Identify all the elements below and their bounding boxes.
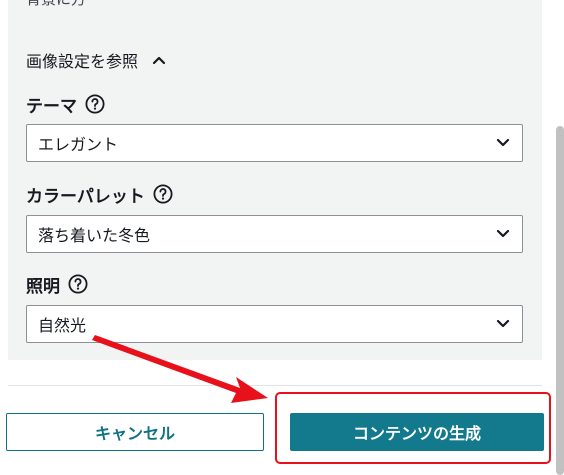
cancel-button[interactable]: キャンセル — [6, 413, 264, 451]
theme-label: テーマ — [26, 96, 77, 117]
lighting-select[interactable]: 自然光 — [26, 305, 523, 343]
clipped-description-text: 背景に方 — [26, 0, 86, 9]
theme-select[interactable]: エレガント — [26, 124, 523, 162]
footer-divider — [8, 385, 542, 386]
chevron-down-icon — [496, 319, 510, 328]
color-palette-label: カラーパレット — [26, 186, 145, 207]
chevron-down-icon — [496, 229, 510, 238]
theme-label-row: テーマ — [26, 91, 105, 117]
chevron-down-icon — [496, 138, 510, 147]
help-circle-icon[interactable] — [68, 274, 88, 294]
chevron-up-icon — [152, 56, 166, 65]
scrollbar-thumb[interactable] — [556, 126, 564, 475]
generate-content-button[interactable]: コンテンツの生成 — [290, 413, 544, 451]
help-circle-icon[interactable] — [85, 94, 105, 114]
lighting-select-value: 自然光 — [38, 316, 87, 335]
section-title: 画像設定を参照 — [26, 52, 139, 71]
help-circle-icon[interactable] — [153, 184, 173, 204]
color-palette-label-row: カラーパレット — [26, 181, 173, 207]
image-settings-section-toggle[interactable]: 画像設定を参照 — [26, 48, 166, 72]
lighting-label: 照明 — [26, 276, 60, 297]
color-palette-select-value: 落ち着いた冬色 — [38, 226, 151, 245]
lighting-label-row: 照明 — [26, 271, 88, 297]
theme-select-value: エレガント — [38, 135, 119, 154]
color-palette-select[interactable]: 落ち着いた冬色 — [26, 215, 523, 253]
